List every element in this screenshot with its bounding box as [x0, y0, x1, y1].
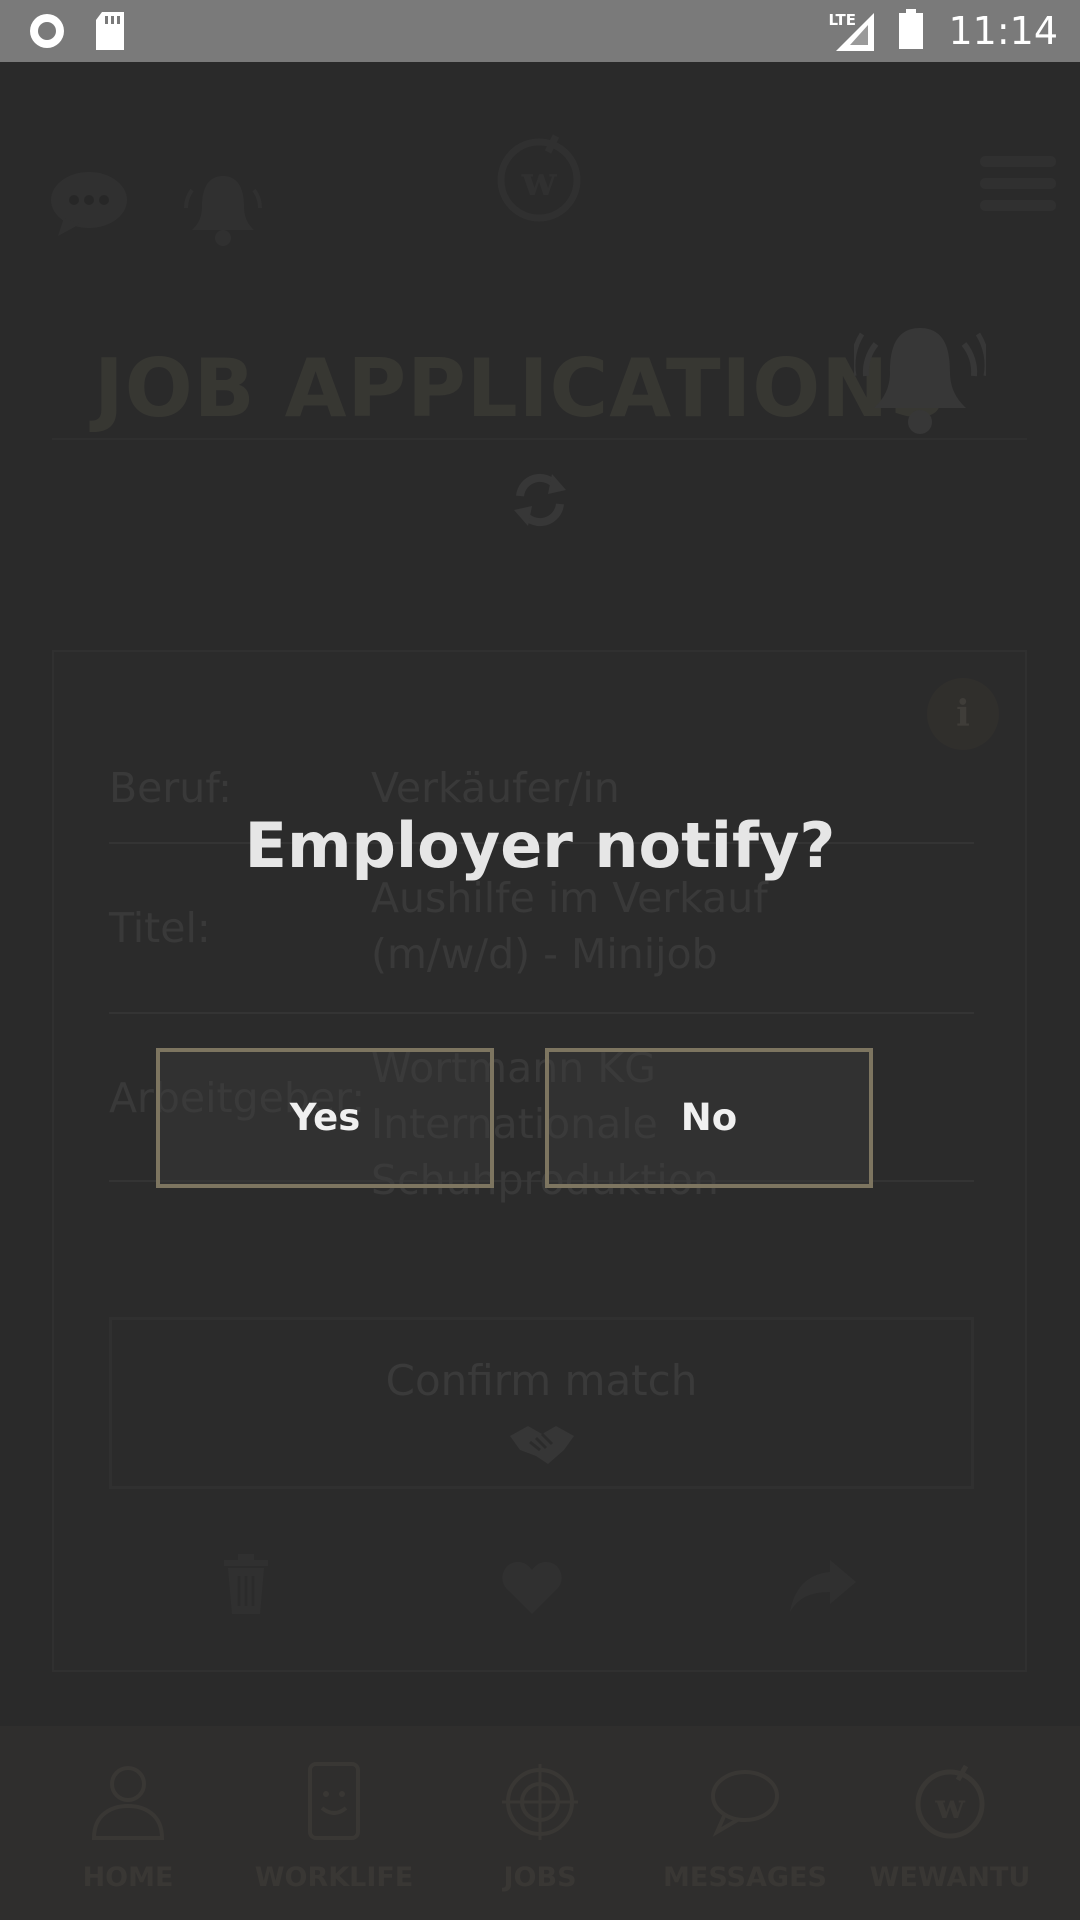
yes-button[interactable]: Yes	[156, 1048, 494, 1188]
signal-icon: LTE	[828, 11, 875, 51]
dialog-title: Employer notify?	[244, 809, 836, 882]
battery-icon	[898, 8, 924, 54]
clock: 11:14	[948, 9, 1058, 53]
sd-card-icon	[94, 12, 126, 55]
modal-overlay[interactable]	[0, 62, 1080, 1920]
record-icon	[28, 12, 66, 55]
no-button[interactable]: No	[545, 1048, 873, 1188]
status-bar: LTE 11:14	[0, 0, 1080, 62]
